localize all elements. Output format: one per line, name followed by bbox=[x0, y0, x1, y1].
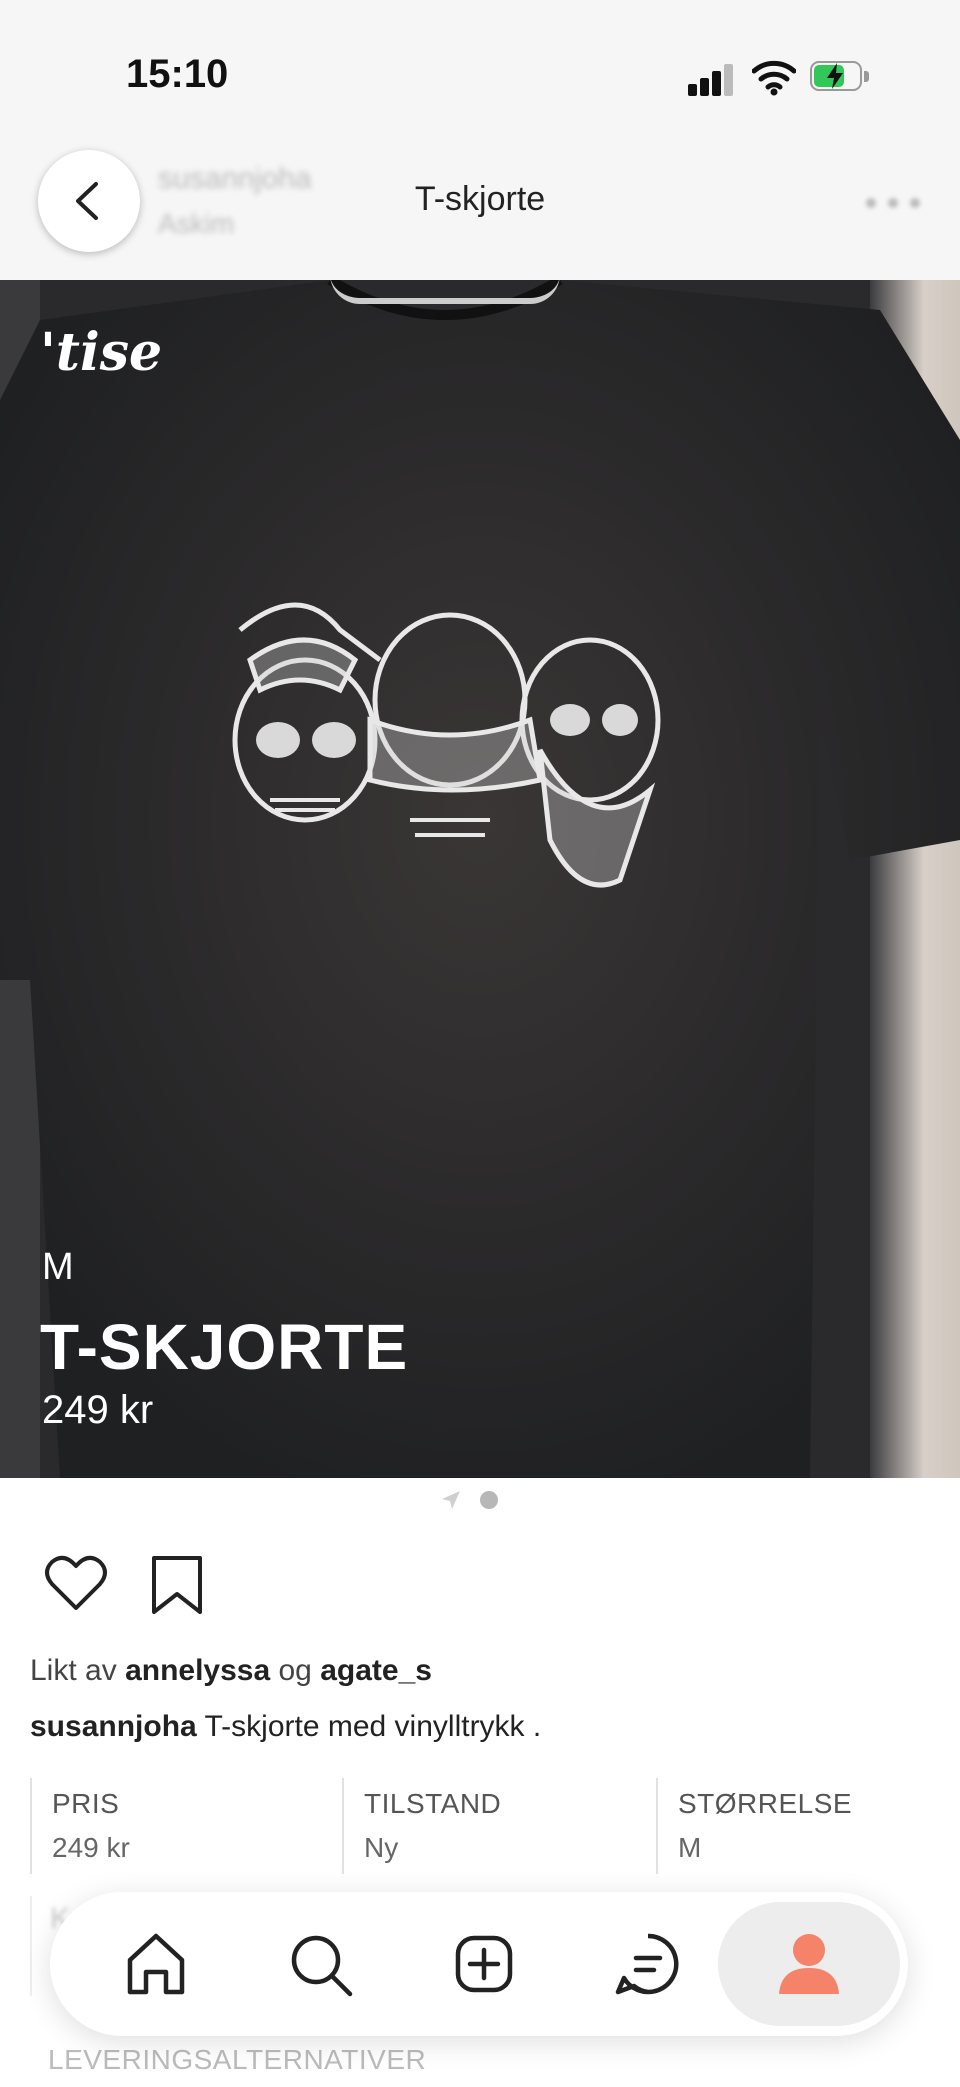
detail-price: PRIS 249 kr bbox=[30, 1778, 332, 1874]
photo-pager[interactable] bbox=[440, 1488, 520, 1512]
profile-icon bbox=[779, 1934, 839, 1994]
chat-icon bbox=[615, 1933, 679, 1995]
search-icon bbox=[291, 1935, 353, 1997]
battery-icon bbox=[810, 61, 870, 93]
top-header: susannjoha Askim T-skjorte bbox=[0, 150, 960, 280]
heart-icon[interactable] bbox=[44, 1554, 108, 1614]
detail-size: STØRRELSE M bbox=[656, 1778, 958, 1874]
bookmark-icon[interactable] bbox=[150, 1554, 204, 1616]
hanger bbox=[330, 280, 560, 304]
product-price: 249 kr bbox=[42, 1388, 154, 1432]
description-text: T-skjorte med vinylltrykk . bbox=[204, 1710, 542, 1743]
cellular-signal-icon bbox=[688, 62, 734, 96]
more-options-icon[interactable] bbox=[866, 198, 920, 208]
tab-profile[interactable] bbox=[718, 1902, 900, 2026]
product-title: T-SKJORTE bbox=[40, 1311, 409, 1383]
location-arrow-icon bbox=[442, 1491, 460, 1509]
status-bar: 15:10 bbox=[0, 0, 960, 150]
wifi-icon bbox=[752, 60, 796, 96]
tab-home[interactable] bbox=[120, 1928, 192, 2000]
liked-by-user-1[interactable]: annelyssa bbox=[125, 1654, 270, 1687]
detail-condition: TILSTAND Ny bbox=[342, 1778, 644, 1874]
product-size: M bbox=[42, 1246, 74, 1288]
description: susannjoha T-skjorte med vinylltrykk . bbox=[30, 1710, 541, 1744]
liked-by-user-2[interactable]: agate_s bbox=[320, 1654, 432, 1687]
status-time: 15:10 bbox=[126, 52, 229, 96]
tise-logo: 'tise bbox=[40, 322, 163, 383]
liked-by-joiner: og bbox=[278, 1654, 312, 1687]
page-title: T-skjorte bbox=[414, 180, 546, 218]
detail-value: Ny bbox=[364, 1832, 399, 1863]
delivery-heading: LEVERINGSALTERNATIVER bbox=[48, 2044, 427, 2075]
tshirt-image bbox=[0, 280, 960, 1478]
back-button[interactable] bbox=[38, 150, 140, 252]
home-icon bbox=[127, 1933, 185, 1995]
liked-by-prefix: Likt av bbox=[30, 1654, 117, 1687]
chevron-left-icon bbox=[76, 182, 98, 220]
product-photo[interactable]: 'tise M T-SKJORTE 249 kr bbox=[0, 280, 960, 1478]
detail-label: PRIS bbox=[52, 1788, 120, 1819]
description-user[interactable]: susannjoha bbox=[30, 1710, 197, 1743]
detail-label: STØRRELSE bbox=[678, 1788, 853, 1819]
liked-by-text: Likt av annelyssa og agate_s bbox=[30, 1654, 432, 1688]
tab-search[interactable] bbox=[284, 1928, 356, 2000]
pager-dot-active[interactable] bbox=[480, 1491, 498, 1509]
detail-value: M bbox=[678, 1832, 702, 1863]
add-icon bbox=[455, 1935, 513, 1993]
tab-messages[interactable] bbox=[612, 1928, 684, 2000]
detail-label: TILSTAND bbox=[364, 1788, 502, 1819]
bottom-tab-bar bbox=[50, 1892, 908, 2036]
detail-value: 249 kr bbox=[52, 1832, 130, 1863]
tab-add-listing[interactable] bbox=[448, 1928, 520, 2000]
